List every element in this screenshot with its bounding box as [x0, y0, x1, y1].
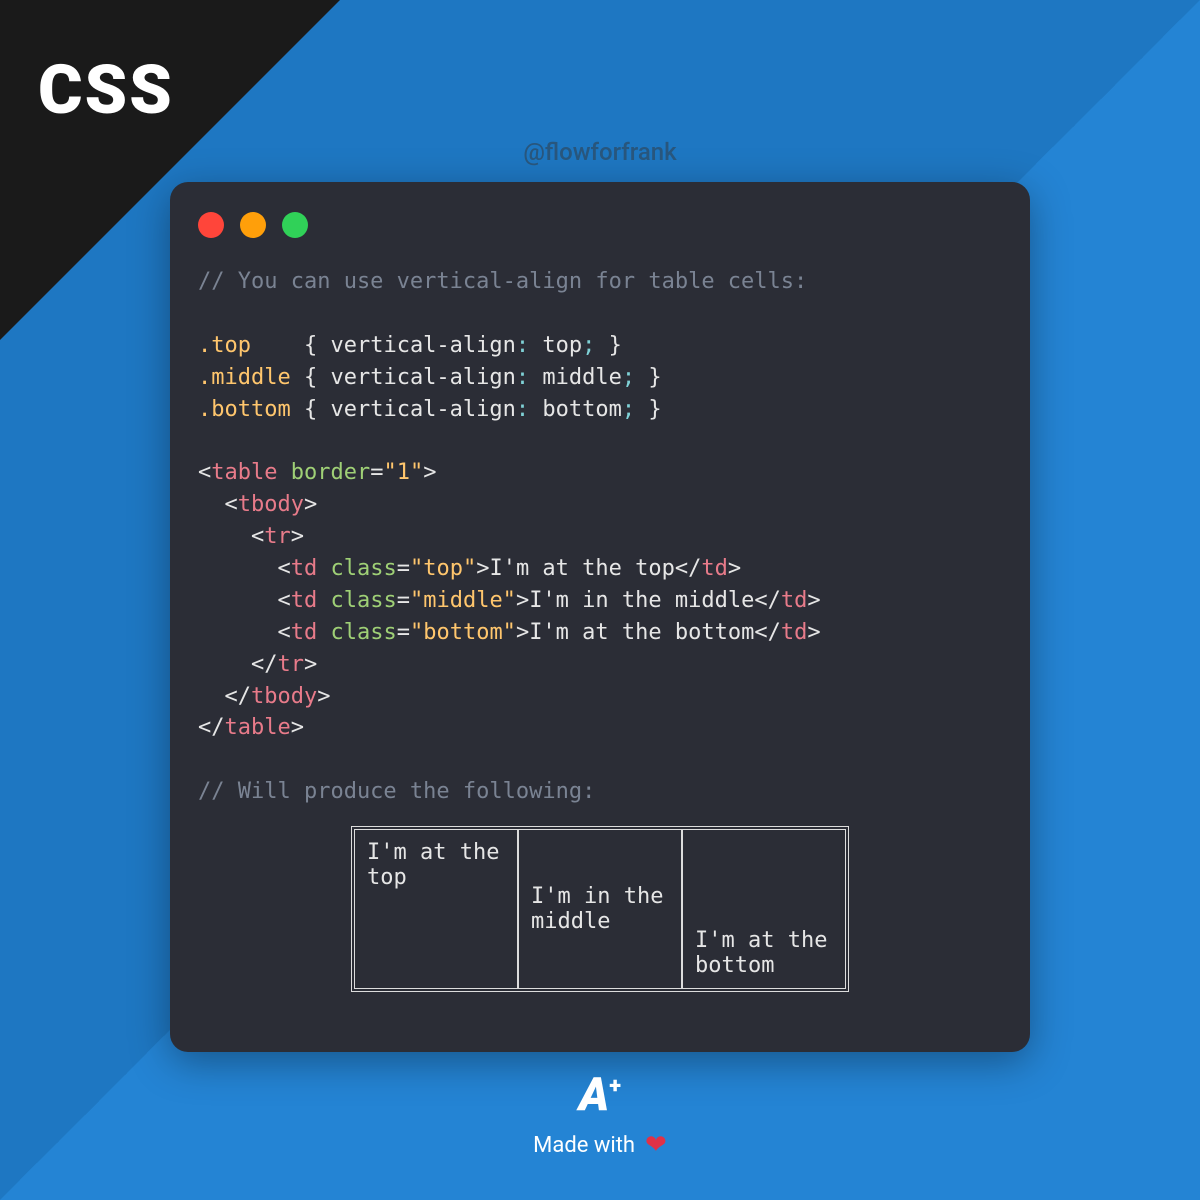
html-tag: tbody — [251, 684, 317, 709]
value: middle — [542, 365, 621, 390]
attr-value: "middle" — [410, 588, 516, 613]
code-block: // You can use vertical-align for table … — [198, 266, 1002, 808]
html-attr: class — [330, 620, 396, 645]
html-tag: tr — [264, 524, 291, 549]
code-window: // You can use vertical-align for table … — [170, 182, 1030, 1052]
property: vertical-align — [330, 397, 515, 422]
code-comment: // You can use vertical-align for table … — [198, 269, 807, 294]
table-row: I'm at the top I'm in the middle I'm at … — [354, 829, 846, 989]
property: vertical-align — [330, 365, 515, 390]
attr-value: "bottom" — [410, 620, 516, 645]
text-content: I'm at the bottom — [529, 620, 754, 645]
property: vertical-align — [330, 333, 515, 358]
html-tag: td — [701, 556, 728, 581]
text-content: I'm at the top — [489, 556, 674, 581]
html-tag: td — [781, 588, 808, 613]
selector: .bottom — [198, 397, 291, 422]
html-tag: td — [291, 588, 318, 613]
maximize-icon — [282, 212, 308, 238]
attr-value: "1" — [383, 460, 423, 485]
attr-value: "top" — [410, 556, 476, 581]
cell-top: I'm at the top — [354, 829, 518, 989]
cell-bottom: I'm at the bottom — [682, 829, 846, 989]
selector: .middle — [198, 365, 291, 390]
close-icon — [198, 212, 224, 238]
code-comment: // Will produce the following: — [198, 779, 595, 804]
html-tag: td — [291, 556, 318, 581]
made-with-text: Made with — [533, 1133, 635, 1158]
minimize-icon — [240, 212, 266, 238]
made-with: Made with ❤ — [533, 1130, 667, 1160]
html-tag: table — [211, 460, 277, 485]
html-attr: class — [330, 588, 396, 613]
window-controls — [198, 212, 1002, 238]
author-handle: @flowforfrank — [523, 138, 676, 166]
html-attr: border — [291, 460, 370, 485]
css-label: CSS — [38, 50, 174, 130]
html-tag: tbody — [238, 492, 304, 517]
selector: .top — [198, 333, 251, 358]
value: top — [542, 333, 582, 358]
html-tag: tr — [277, 652, 304, 677]
demo-table: I'm at the top I'm in the middle I'm at … — [351, 826, 849, 992]
logo-plus: + — [609, 1074, 621, 1099]
logo: A + — [579, 1068, 621, 1122]
html-tag: td — [781, 620, 808, 645]
text-content: I'm in the middle — [529, 588, 754, 613]
html-tag: table — [225, 715, 291, 740]
logo-letter: A — [579, 1068, 607, 1122]
html-tag: td — [291, 620, 318, 645]
html-attr: class — [330, 556, 396, 581]
value: bottom — [542, 397, 621, 422]
cell-middle: I'm in the middle — [518, 829, 682, 989]
footer: A + Made with ❤ — [533, 1068, 667, 1160]
heart-icon: ❤ — [645, 1130, 667, 1160]
